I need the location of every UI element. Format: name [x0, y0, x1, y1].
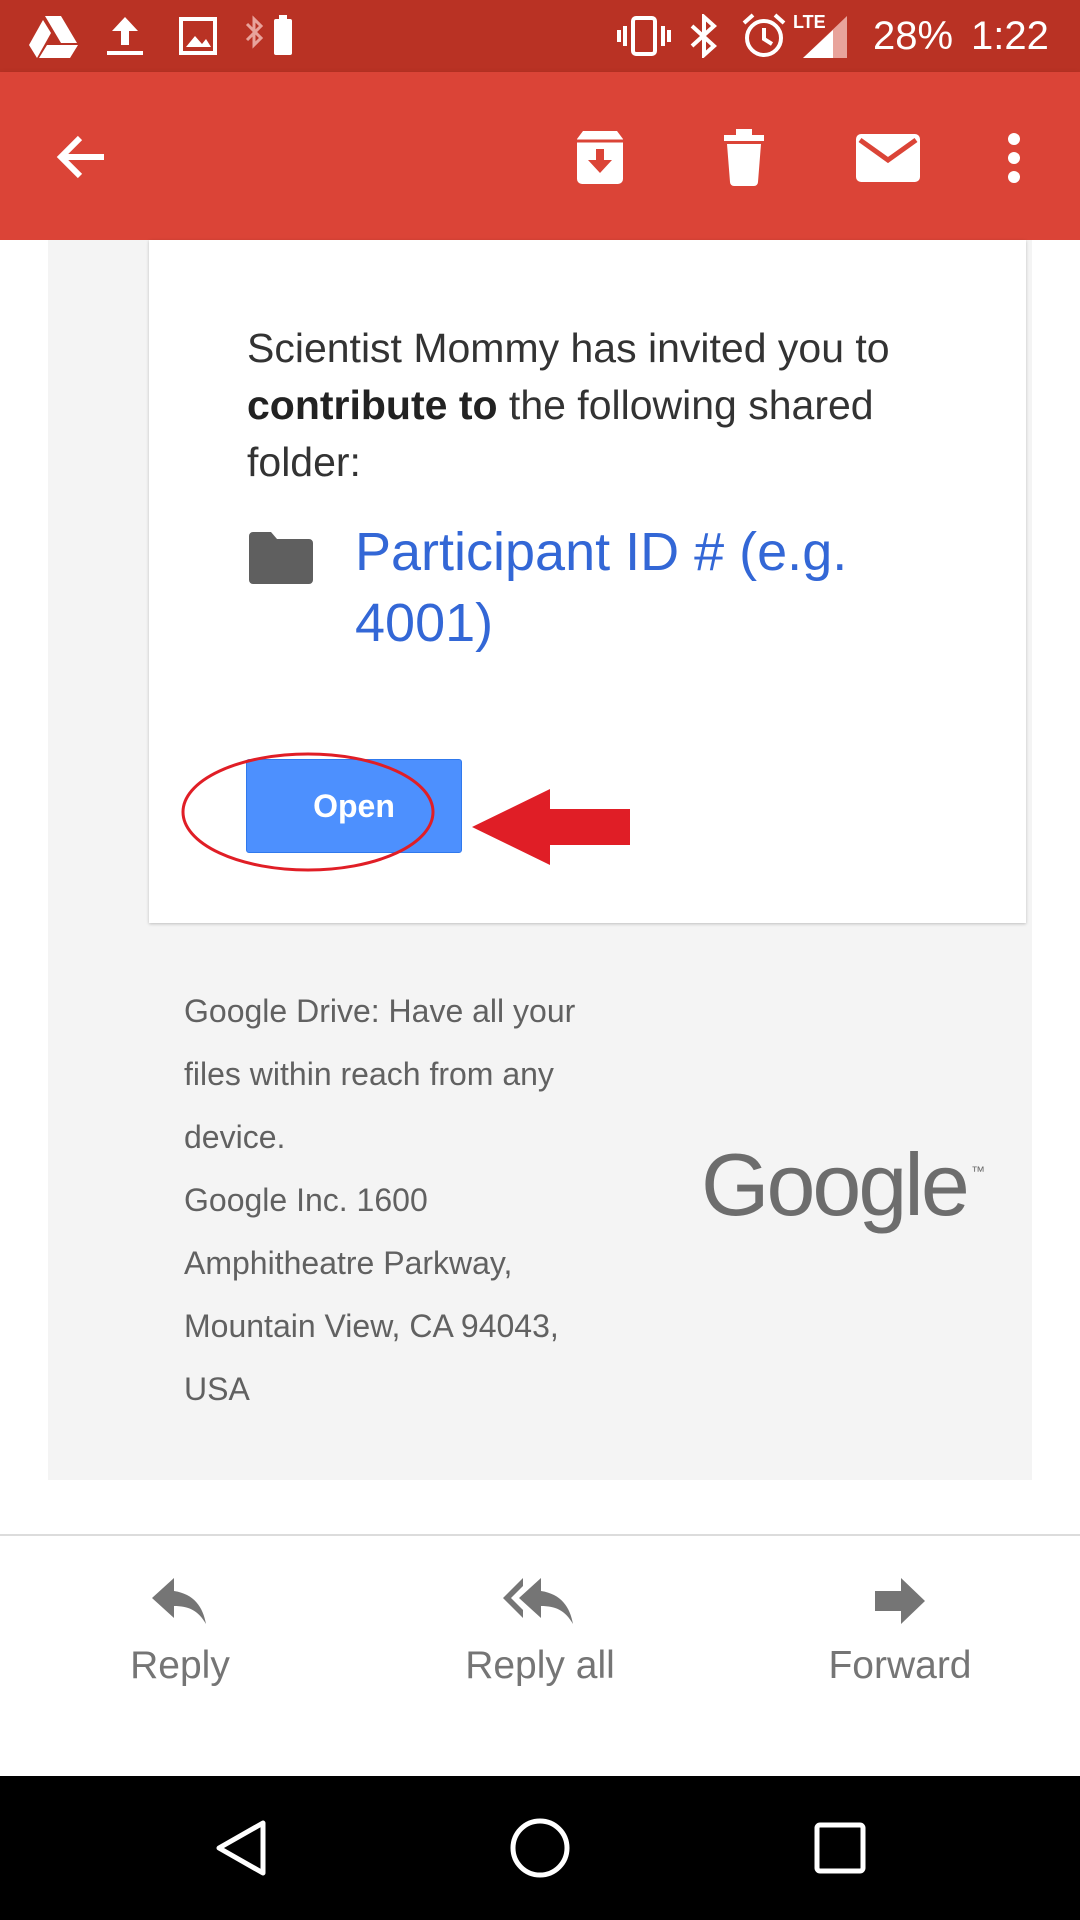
nav-recents-button[interactable] [780, 1776, 900, 1920]
archive-icon[interactable] [567, 126, 633, 190]
folder-link[interactable]: Participant ID # (e.g. 4001) [355, 517, 915, 659]
system-nav-bar [0, 1776, 1080, 1920]
home-circle-icon [510, 1818, 570, 1878]
toolbar [0, 72, 1080, 240]
invite-text-start: Scientist Mommy has invited you to [247, 325, 890, 371]
reply-actions: Reply Reply all Forward [0, 1536, 1080, 1776]
recents-square-icon [814, 1822, 866, 1874]
drive-tagline: Google Drive: Have all your files within… [184, 993, 576, 1155]
battery-percent: 28% [873, 13, 954, 58]
reply-icon [152, 1578, 206, 1624]
alarm-icon [740, 13, 788, 58]
back-arrow-icon[interactable] [46, 132, 116, 182]
folder-icon [249, 532, 313, 589]
invite-message: Scientist Mommy has invited you to contr… [247, 320, 937, 491]
reply-button[interactable]: Reply [30, 1576, 330, 1726]
forward-label: Forward [828, 1644, 972, 1687]
upload-icon [103, 14, 147, 58]
forward-icon [875, 1578, 925, 1624]
nav-back-button[interactable] [181, 1776, 301, 1920]
more-vert-icon[interactable] [994, 124, 1034, 192]
nav-home-button[interactable] [480, 1776, 600, 1920]
vibrate-icon [616, 14, 672, 58]
network-type: LTE [793, 11, 826, 32]
annotation-arrow [472, 789, 632, 870]
bluetooth-icon [684, 14, 724, 58]
drive-footer: Google Drive: Have all your files within… [184, 980, 624, 1421]
mark-unread-icon[interactable] [853, 129, 923, 187]
google-logo: Google ™ [701, 1135, 1011, 1255]
image-icon [178, 14, 218, 58]
reply-all-icon [503, 1578, 573, 1624]
reply-all-label: Reply all [465, 1644, 615, 1687]
reply-label: Reply [130, 1644, 230, 1687]
delete-icon[interactable] [712, 126, 776, 190]
status-bar: LTE 28% 1:22 [0, 0, 1080, 72]
clock: 1:22 [971, 13, 1049, 58]
back-triangle-icon [216, 1820, 266, 1876]
google-logo-tm: ™ [971, 1163, 985, 1179]
bluetooth-battery-icon [241, 14, 299, 58]
forward-button[interactable]: Forward [750, 1576, 1050, 1726]
email-body: Scientist Mommy has invited you to contr… [0, 240, 1080, 1536]
google-logo-text: Google [701, 1140, 967, 1234]
reply-all-button[interactable]: Reply all [390, 1576, 690, 1726]
company-address: Google Inc. 1600 Amphitheatre Parkway, M… [184, 1182, 559, 1407]
annotation-circle [180, 750, 440, 885]
invite-text-bold: contribute to [247, 382, 498, 428]
drive-icon [28, 14, 78, 58]
